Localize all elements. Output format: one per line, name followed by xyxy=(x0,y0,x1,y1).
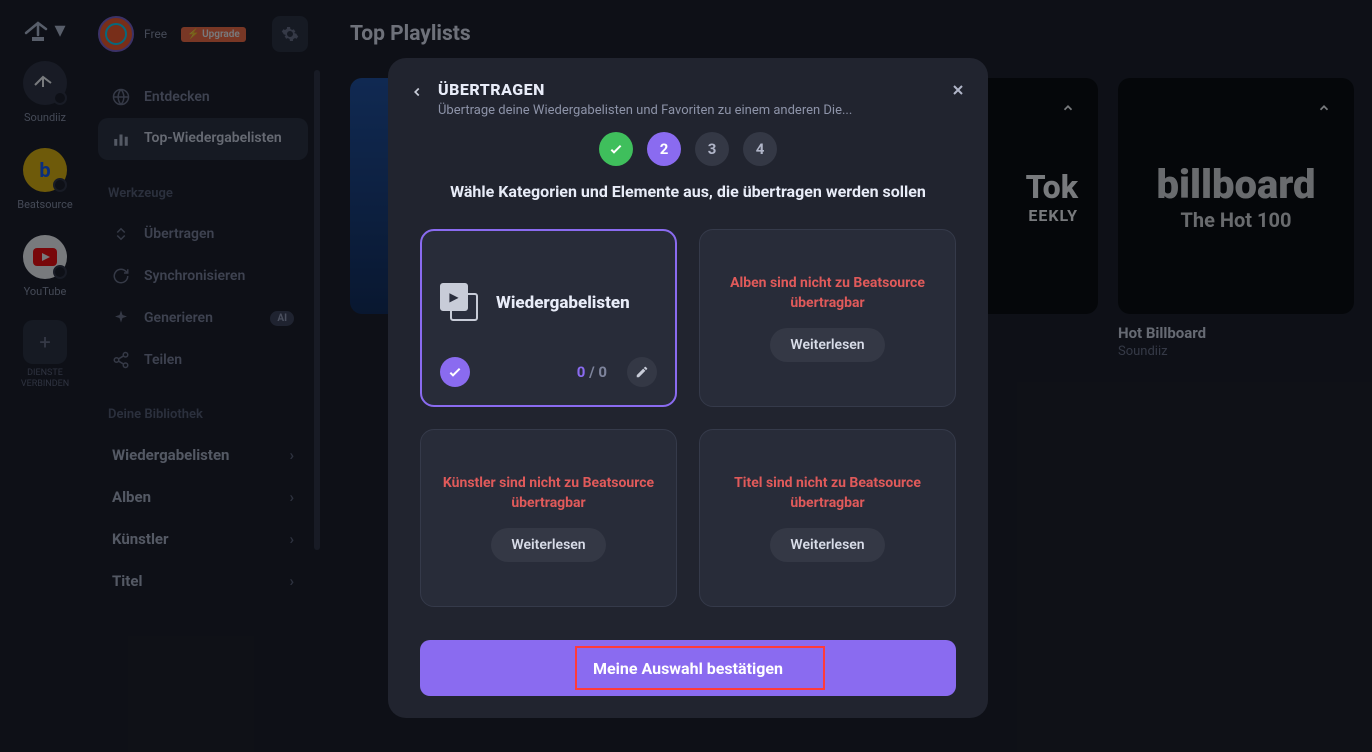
pencil-icon xyxy=(635,365,649,379)
back-button[interactable] xyxy=(410,80,424,102)
step-indicator: 2 3 4 xyxy=(410,132,966,166)
tile-artists: Künstler sind nicht zu Beatsource übertr… xyxy=(420,429,677,607)
step-1 xyxy=(599,132,633,166)
read-more-button[interactable]: Weiterlesen xyxy=(770,528,884,562)
close-button[interactable] xyxy=(950,80,966,98)
transfer-modal: ÜBERTRAGEN Übertrage deine Wiedergabelis… xyxy=(388,58,988,718)
tile-count: 0 / 0 xyxy=(577,363,607,381)
tile-check[interactable] xyxy=(440,357,470,387)
step-2: 2 xyxy=(647,132,681,166)
read-more-button[interactable]: Weiterlesen xyxy=(770,328,884,362)
playlist-stack-icon: ▶ xyxy=(440,283,480,323)
close-icon xyxy=(950,82,966,98)
read-more-button[interactable]: Weiterlesen xyxy=(491,528,605,562)
tile-albums: Alben sind nicht zu Beatsource übertragb… xyxy=(699,229,956,407)
modal-instruction: Wähle Kategorien und Elemente aus, die ü… xyxy=(410,182,966,201)
tile-warning: Titel sind nicht zu Beatsource übertragb… xyxy=(718,474,937,513)
step-4: 4 xyxy=(743,132,777,166)
confirm-label: Meine Auswahl bestätigen xyxy=(593,659,783,678)
tile-edit[interactable] xyxy=(627,357,657,387)
modal-title: ÜBERTRAGEN xyxy=(438,80,936,99)
tile-tracks: Titel sind nicht zu Beatsource übertragb… xyxy=(699,429,956,607)
tile-label: Wiedergabelisten xyxy=(496,293,630,313)
confirm-selection-button[interactable]: Meine Auswahl bestätigen xyxy=(420,640,956,696)
check-icon xyxy=(447,364,463,380)
step-3: 3 xyxy=(695,132,729,166)
tile-warning: Künstler sind nicht zu Beatsource übertr… xyxy=(439,474,658,513)
tile-warning: Alben sind nicht zu Beatsource übertragb… xyxy=(718,274,937,313)
chevron-left-icon xyxy=(410,82,424,102)
modal-subtitle: Übertrage deine Wiedergabelisten und Fav… xyxy=(438,103,936,118)
tile-playlists[interactable]: ▶ Wiedergabelisten 0 / 0 xyxy=(420,229,677,407)
check-icon xyxy=(608,141,624,157)
